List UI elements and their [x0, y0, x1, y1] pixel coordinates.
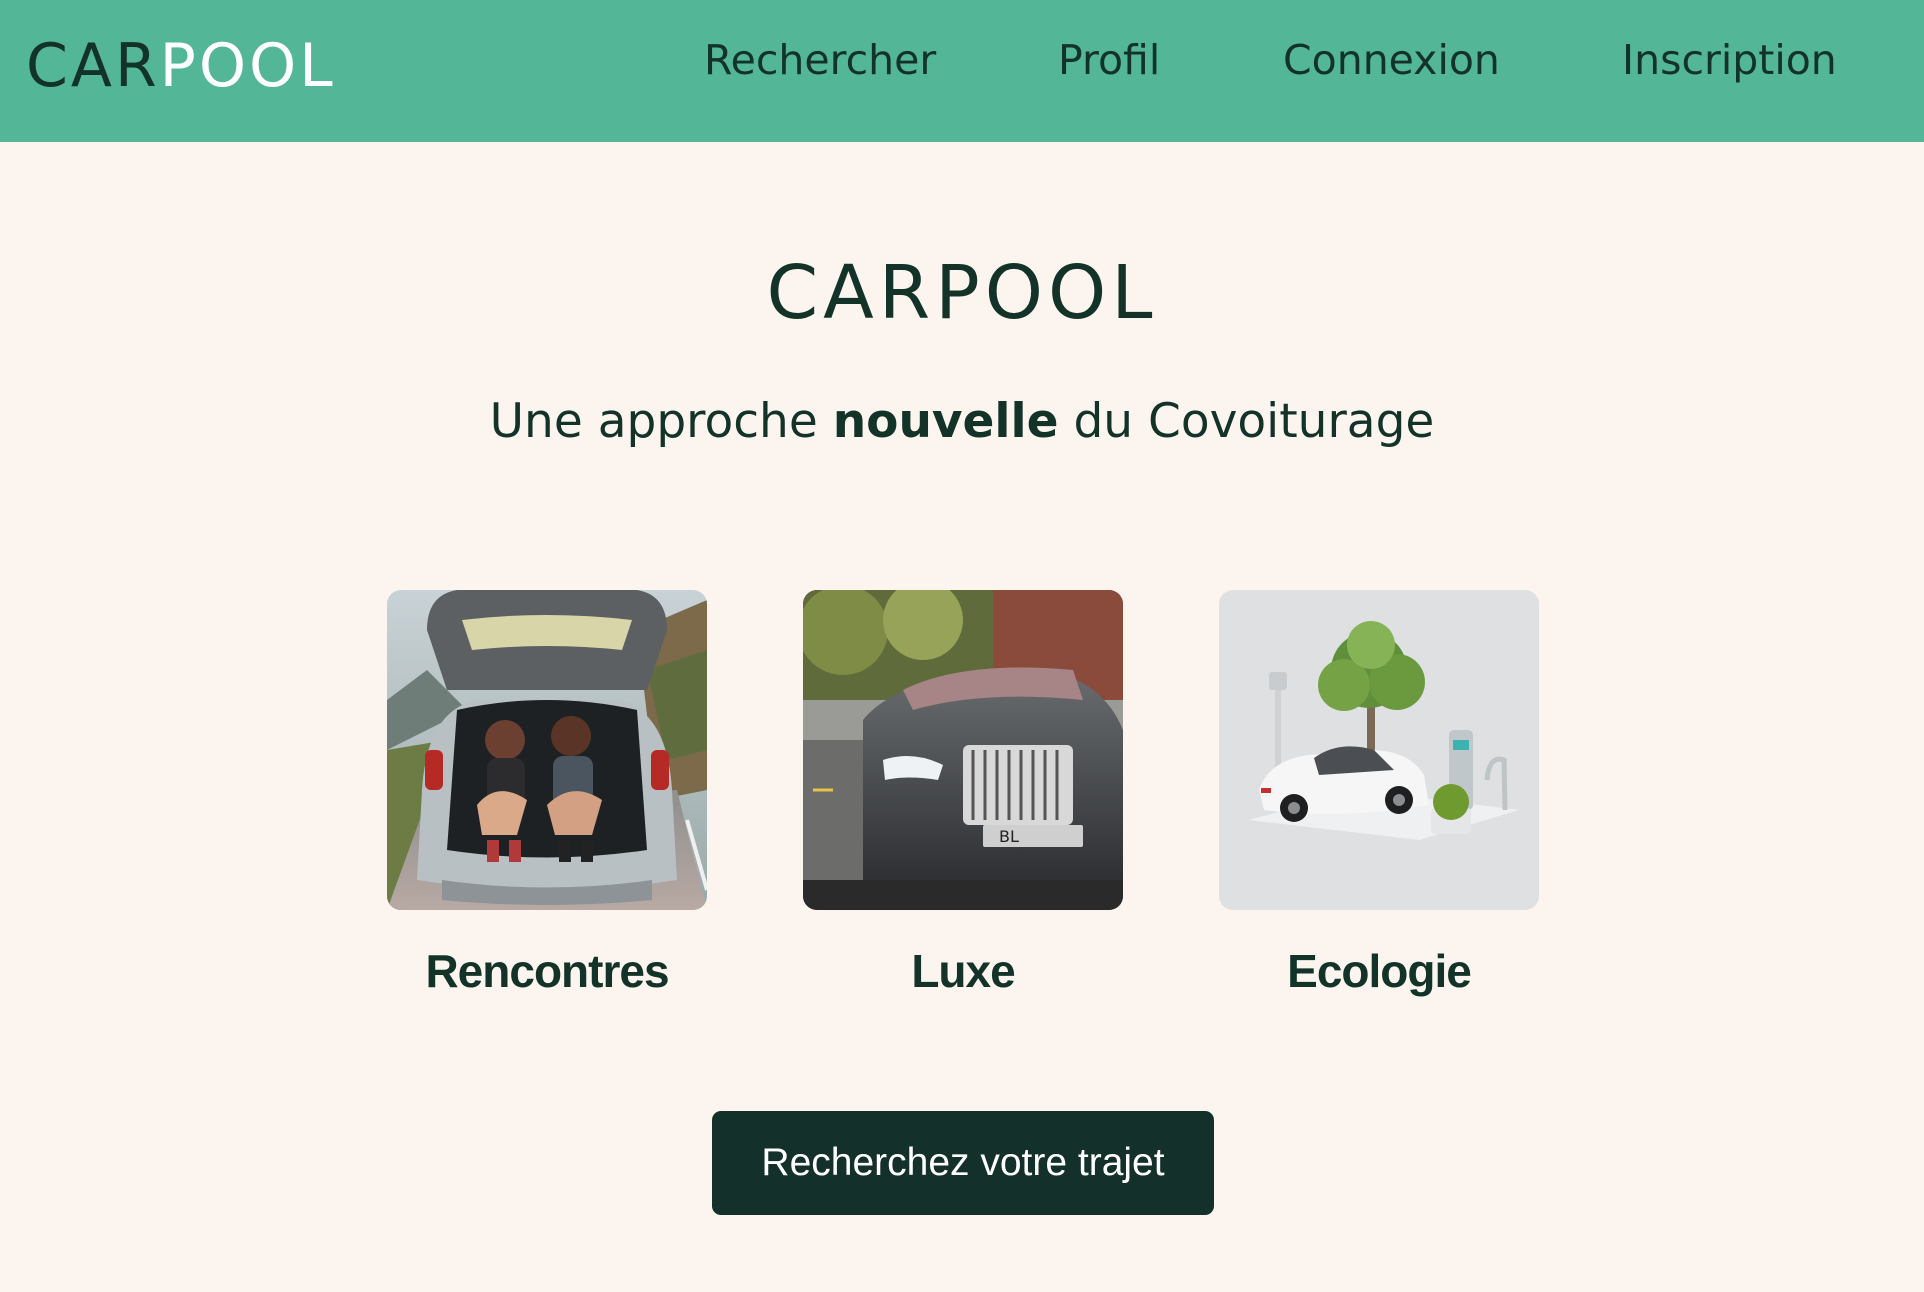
electric-car-tree-image	[1219, 590, 1539, 910]
nav-link-search[interactable]: Rechercher	[704, 40, 936, 81]
feature-card-ecologie: Ecologie	[1219, 590, 1539, 994]
feature-card-luxe: BL Luxe	[803, 590, 1123, 994]
tagline-text-start: Une approche	[489, 394, 833, 449]
card-label-rencontres: Rencontres	[425, 945, 669, 997]
license-plate-text: BL	[999, 827, 1019, 846]
header-logo-pool: POOL	[159, 31, 336, 101]
card-label-luxe: Luxe	[911, 945, 1015, 997]
search-trip-button[interactable]: Recherchez votre trajet	[712, 1111, 1214, 1215]
tagline-text-end: du Covoiturage	[1058, 394, 1435, 449]
navbar: CARPOOL Rechercher Profil Connexion Insc…	[0, 0, 1924, 142]
nav-link-signup[interactable]: Inscription	[1622, 40, 1837, 81]
card-label-ecologie: Ecologie	[1287, 945, 1472, 997]
tagline-highlight: nouvelle	[832, 394, 1059, 449]
header-logo[interactable]: CARPOOL	[26, 36, 336, 96]
nav-link-login[interactable]: Connexion	[1283, 40, 1500, 81]
hero-tagline: Une approche nouvelle du Covoiturage	[0, 398, 1924, 445]
friends-in-car-trunk-image	[387, 590, 707, 910]
feature-card-rencontres: Rencontres	[387, 590, 707, 994]
luxury-convertible-car-image: BL	[803, 590, 1123, 910]
hero-logo: CARPOOL	[766, 250, 1158, 336]
nav-link-profile[interactable]: Profil	[1058, 40, 1160, 81]
header-logo-car: CAR	[26, 31, 160, 101]
